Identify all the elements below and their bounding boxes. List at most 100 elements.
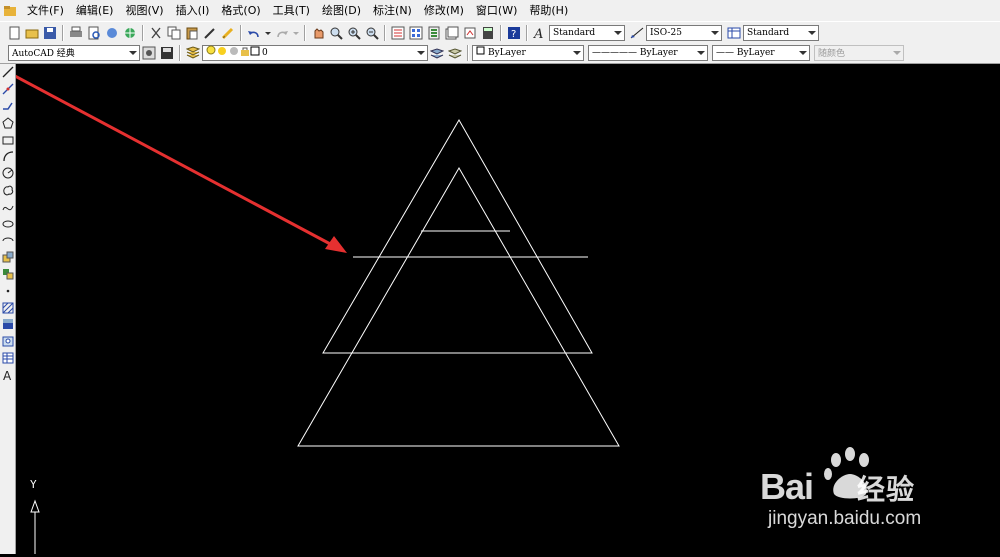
web-icon[interactable] xyxy=(122,25,138,41)
new-file-icon[interactable] xyxy=(6,25,22,41)
menu-insert[interactable]: 插入(I) xyxy=(170,0,216,21)
save-icon[interactable] xyxy=(42,25,58,41)
insert-block-icon[interactable] xyxy=(0,249,15,266)
lineweight-value: —— ByLayer xyxy=(716,47,775,58)
draw-toolbar: A xyxy=(0,64,16,554)
color-swatch xyxy=(476,46,486,59)
zoom-realtime-icon[interactable] xyxy=(328,25,344,41)
chevron-down-icon xyxy=(797,46,809,60)
design-center-icon[interactable] xyxy=(408,25,424,41)
menu-dimension[interactable]: 标注(N) xyxy=(367,0,418,21)
svg-text:A: A xyxy=(533,27,543,40)
chevron-down-icon xyxy=(695,46,707,60)
menu-window[interactable]: 窗口(W) xyxy=(470,0,523,21)
lower-triangle[interactable] xyxy=(297,166,620,447)
point-icon[interactable] xyxy=(0,282,15,299)
chevron-down-icon xyxy=(709,26,721,40)
make-object-layer-current-icon[interactable] xyxy=(429,45,445,61)
open-file-icon[interactable] xyxy=(24,25,40,41)
hatch-icon[interactable] xyxy=(0,299,15,316)
menu-draw[interactable]: 绘图(D) xyxy=(316,0,367,21)
drawing-geometry xyxy=(297,118,620,447)
polyline-icon[interactable] xyxy=(0,98,15,115)
sun-icon xyxy=(216,45,228,60)
cut-icon[interactable] xyxy=(148,25,164,41)
redo-dropdown-icon[interactable] xyxy=(292,25,300,41)
dim-style-icon[interactable] xyxy=(629,25,645,41)
workspace-save-icon[interactable] xyxy=(159,45,175,61)
text-style-value: Standard xyxy=(553,27,596,38)
revision-cloud-icon[interactable] xyxy=(0,182,15,199)
arc-icon[interactable] xyxy=(0,148,15,165)
workspace-settings-icon[interactable] xyxy=(141,45,157,61)
menu-modify[interactable]: 修改(M) xyxy=(418,0,470,21)
ellipse-arc-icon[interactable] xyxy=(0,232,15,249)
construction-line-icon[interactable] xyxy=(0,81,15,98)
toolbar-separator xyxy=(467,44,469,61)
text-style-select[interactable]: Standard xyxy=(549,24,625,41)
layer-select[interactable]: 0 xyxy=(202,44,428,61)
layer-previous-icon[interactable] xyxy=(447,45,463,61)
dim-style-value: ISO-25 xyxy=(650,27,682,38)
lineweight-select[interactable]: —— ByLayer xyxy=(712,44,810,61)
toolbar-separator xyxy=(62,24,64,41)
svg-text:?: ? xyxy=(511,29,516,40)
menu-help[interactable]: 帮助(H) xyxy=(523,0,574,21)
copy-icon[interactable] xyxy=(166,25,182,41)
toolbar-separator xyxy=(240,24,242,41)
table-icon[interactable] xyxy=(0,350,15,367)
workspace-value: AutoCAD 经典 xyxy=(12,49,75,59)
sheet-set-icon[interactable] xyxy=(444,25,460,41)
watermark-url: jingyan.baidu.com xyxy=(768,508,922,529)
menu-format[interactable]: 格式(O) xyxy=(215,0,266,21)
upper-triangle[interactable] xyxy=(322,118,593,354)
menu-file[interactable]: 文件(F) xyxy=(21,0,70,21)
color-select[interactable]: ByLayer xyxy=(472,44,584,61)
workspace-select[interactable]: AutoCAD 经典 xyxy=(8,44,140,61)
calculator-icon[interactable] xyxy=(480,25,496,41)
svg-text:A: A xyxy=(3,369,12,382)
menu-edit[interactable]: 编辑(E) xyxy=(70,0,120,21)
ellipse-icon[interactable] xyxy=(0,215,15,232)
make-block-icon[interactable] xyxy=(0,266,15,283)
plot-style-select[interactable]: 随颜色 xyxy=(814,44,904,61)
region-icon[interactable] xyxy=(0,333,15,350)
autocad-app-icon[interactable] xyxy=(3,4,17,18)
match-properties-icon[interactable] xyxy=(202,25,218,41)
help-icon[interactable]: ? xyxy=(506,25,522,41)
watermark-brand-bai: Bai xyxy=(760,466,814,507)
chevron-down-icon xyxy=(891,46,903,60)
layer-color-swatch xyxy=(250,45,260,60)
circle-icon[interactable] xyxy=(0,165,15,182)
line-tool-icon[interactable] xyxy=(0,64,15,81)
markup-set-icon[interactable] xyxy=(462,25,478,41)
properties-icon[interactable] xyxy=(390,25,406,41)
layers-properties-toolbar: AutoCAD 经典 0 ByLayer ————— ByLayer —— By… xyxy=(0,42,1000,64)
dim-style-select[interactable]: ISO-25 xyxy=(646,24,722,41)
publish-icon[interactable] xyxy=(104,25,120,41)
print-preview-icon[interactable] xyxy=(86,25,102,41)
redo-icon[interactable] xyxy=(274,25,290,41)
polygon-icon[interactable] xyxy=(0,114,15,131)
rectangle-icon[interactable] xyxy=(0,131,15,148)
linetype-select[interactable]: ————— ByLayer xyxy=(588,44,708,61)
multiline-text-icon[interactable]: A xyxy=(0,366,15,383)
paste-icon[interactable] xyxy=(184,25,200,41)
print-icon[interactable] xyxy=(68,25,84,41)
menu-view[interactable]: 视图(V) xyxy=(119,0,169,21)
zoom-previous-icon[interactable] xyxy=(364,25,380,41)
layer-manager-icon[interactable] xyxy=(185,45,201,61)
pan-icon[interactable] xyxy=(310,25,326,41)
text-style-icon[interactable]: A xyxy=(532,25,548,41)
undo-icon[interactable] xyxy=(246,25,262,41)
toolbar-separator xyxy=(384,24,386,41)
tool-palettes-icon[interactable] xyxy=(426,25,442,41)
zoom-window-icon[interactable] xyxy=(346,25,362,41)
gradient-icon[interactable] xyxy=(0,316,15,333)
table-style-icon[interactable] xyxy=(726,25,742,41)
undo-dropdown-icon[interactable] xyxy=(264,25,272,41)
table-style-select[interactable]: Standard xyxy=(743,24,819,41)
spline-icon[interactable] xyxy=(0,198,15,215)
block-editor-icon[interactable] xyxy=(220,25,236,41)
menu-tools[interactable]: 工具(T) xyxy=(267,0,316,21)
